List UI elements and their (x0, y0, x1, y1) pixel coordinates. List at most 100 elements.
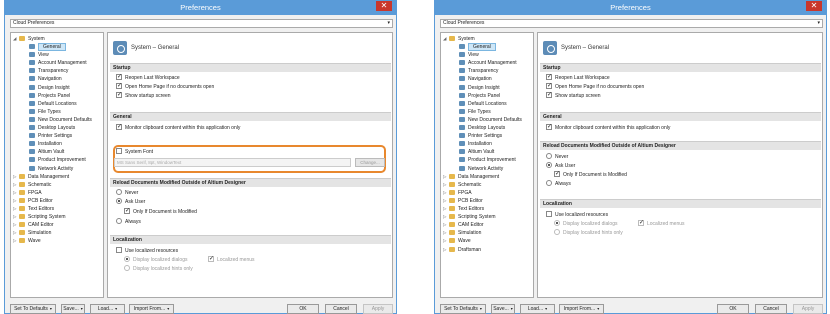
radio-dot[interactable] (116, 198, 122, 204)
tree-item[interactable]: Default Locations (23, 100, 77, 108)
open-home-page-checkbox[interactable]: Open Home Page if no documents open (546, 82, 644, 91)
tree-item[interactable]: Product Improvement (23, 156, 86, 164)
checkbox-box[interactable] (554, 170, 560, 178)
tree-item[interactable]: Altium Vault (23, 148, 64, 156)
checkbox-box[interactable] (208, 255, 214, 263)
checkbox-box[interactable] (124, 207, 130, 215)
radio-dot[interactable] (124, 256, 130, 262)
localized-hints-radio[interactable]: Display localized hints only (124, 265, 193, 273)
set-to-defaults-button[interactable]: Set To Defaults ▾ (440, 304, 486, 314)
tree-item[interactable]: ▷ Text Editors (443, 205, 484, 213)
checkbox-box[interactable] (116, 91, 122, 99)
tree-item[interactable]: ▷ Scripting System (443, 213, 496, 221)
tree-item[interactable]: Product Improvement (453, 156, 516, 164)
checkbox-box[interactable] (116, 73, 122, 81)
preferences-dropdown[interactable]: Cloud Preferences ▾ (10, 19, 393, 28)
reload-always-radio[interactable]: Always (116, 218, 141, 226)
cancel-button[interactable]: Cancel (325, 304, 357, 314)
radio-dot[interactable] (554, 220, 560, 226)
tree-item[interactable]: General (453, 43, 496, 51)
tree-item[interactable]: ▷ Data Management (443, 173, 499, 181)
reload-always-radio[interactable]: Always (546, 180, 571, 188)
apply-button[interactable]: Apply (793, 304, 823, 314)
tree-item[interactable]: ◢ System (13, 35, 45, 43)
checkbox-box[interactable] (116, 247, 122, 253)
reload-ask-radio[interactable]: Ask User (116, 198, 145, 206)
tree-item[interactable]: Printer Settings (453, 132, 502, 140)
use-localized-checkbox[interactable]: Use localized resources (546, 211, 608, 219)
tree-item[interactable]: Design Insight (23, 84, 70, 92)
radio-dot[interactable] (546, 153, 552, 159)
tree-item[interactable]: File Types (23, 108, 61, 116)
localized-hints-radio[interactable]: Display localized hints only (554, 229, 623, 237)
checkbox-box[interactable] (116, 148, 122, 154)
system-font-checkbox[interactable]: System Font (116, 148, 153, 156)
tree-item[interactable]: ▷ FPGA (443, 189, 472, 197)
radio-dot[interactable] (116, 189, 122, 195)
checkbox-box[interactable] (546, 211, 552, 217)
tree-item[interactable]: Printer Settings (23, 132, 72, 140)
tree-item[interactable]: ▷ Draftsman (443, 246, 481, 254)
tree-item[interactable]: ▷ CAM Editor (13, 221, 54, 229)
load-button[interactable]: Load... ▾ (90, 304, 125, 314)
tree-item[interactable]: New Document Defaults (23, 116, 92, 124)
tree-item[interactable]: Altium Vault (453, 148, 494, 156)
tree-item[interactable]: Navigation (453, 75, 492, 83)
tree-item[interactable]: File Types (453, 108, 491, 116)
preferences-dropdown[interactable]: Cloud Preferences ▾ (440, 19, 823, 28)
open-home-page-checkbox[interactable]: Open Home Page if no documents open (116, 82, 214, 91)
tree-item[interactable]: ▷ Wave (443, 237, 471, 245)
show-startup-checkbox[interactable]: Show startup screen (116, 91, 171, 100)
cancel-button[interactable]: Cancel (755, 304, 787, 314)
tree-item[interactable]: Desktop Layouts (23, 124, 75, 132)
tree-item[interactable]: ▷ CAM Editor (443, 221, 484, 229)
tree-item[interactable]: ▷ PCB Editor (13, 197, 53, 205)
radio-dot[interactable] (546, 180, 552, 186)
reload-never-radio[interactable]: Never (546, 153, 568, 161)
apply-button[interactable]: Apply (363, 304, 393, 314)
tree-item[interactable]: Transparency (453, 67, 498, 75)
radio-dot[interactable] (116, 218, 122, 224)
import-from-button[interactable]: Import From... ▾ (129, 304, 174, 314)
checkbox-box[interactable] (638, 219, 644, 227)
tree-item[interactable]: View (453, 51, 479, 59)
tree-item[interactable]: ▷ Schematic (443, 181, 481, 189)
save-button[interactable]: Save... ▾ (491, 304, 515, 314)
tree-item[interactable]: Default Locations (453, 100, 507, 108)
monitor-clipboard-checkbox[interactable]: Monitor clipboard content within this ap… (116, 123, 240, 132)
reload-never-radio[interactable]: Never (116, 189, 138, 197)
load-button[interactable]: Load... ▾ (520, 304, 555, 314)
show-startup-checkbox[interactable]: Show startup screen (546, 91, 601, 100)
checkbox-box[interactable] (116, 82, 122, 90)
tree-item[interactable]: Transparency (23, 67, 68, 75)
tree-item[interactable]: Design Insight (453, 84, 500, 92)
tree-item[interactable]: Desktop Layouts (453, 124, 505, 132)
tree-item[interactable]: ◢ System (443, 35, 475, 43)
checkbox-box[interactable] (116, 123, 122, 131)
localized-dialogs-radio[interactable]: Display localized dialogs (554, 220, 617, 228)
localized-menus-checkbox[interactable]: Localized menus (638, 219, 685, 228)
radio-dot[interactable] (554, 229, 560, 235)
radio-dot[interactable] (124, 265, 130, 271)
tree-item[interactable]: ▷ Simulation (13, 229, 51, 237)
close-button[interactable]: ✕ (376, 1, 392, 11)
reload-ask-radio[interactable]: Ask User (546, 162, 575, 170)
tree-item[interactable]: View (23, 51, 49, 59)
checkbox-box[interactable] (546, 123, 552, 131)
use-localized-checkbox[interactable]: Use localized resources (116, 247, 178, 255)
tree-item[interactable]: ▷ Data Management (13, 173, 69, 181)
checkbox-box[interactable] (546, 73, 552, 81)
tree-item[interactable]: Projects Panel (23, 92, 70, 100)
tree-item[interactable]: ▷ Scripting System (13, 213, 66, 221)
radio-dot[interactable] (546, 162, 552, 168)
save-button[interactable]: Save... ▾ (61, 304, 85, 314)
tree-item[interactable]: Installation (453, 140, 492, 148)
monitor-clipboard-checkbox[interactable]: Monitor clipboard content within this ap… (546, 123, 670, 132)
only-if-modified-checkbox[interactable]: Only If Document is Modified (124, 207, 197, 216)
preferences-tree[interactable]: ◢ System General View Account Management Tran… (10, 32, 104, 298)
checkbox-box[interactable] (546, 82, 552, 90)
tree-item[interactable]: ▷ PCB Editor (443, 197, 483, 205)
only-if-modified-checkbox[interactable]: Only If Document is Modified (554, 170, 627, 179)
tree-item[interactable]: ▷ Simulation (443, 229, 481, 237)
set-to-defaults-button[interactable]: Set To Defaults ▾ (10, 304, 56, 314)
